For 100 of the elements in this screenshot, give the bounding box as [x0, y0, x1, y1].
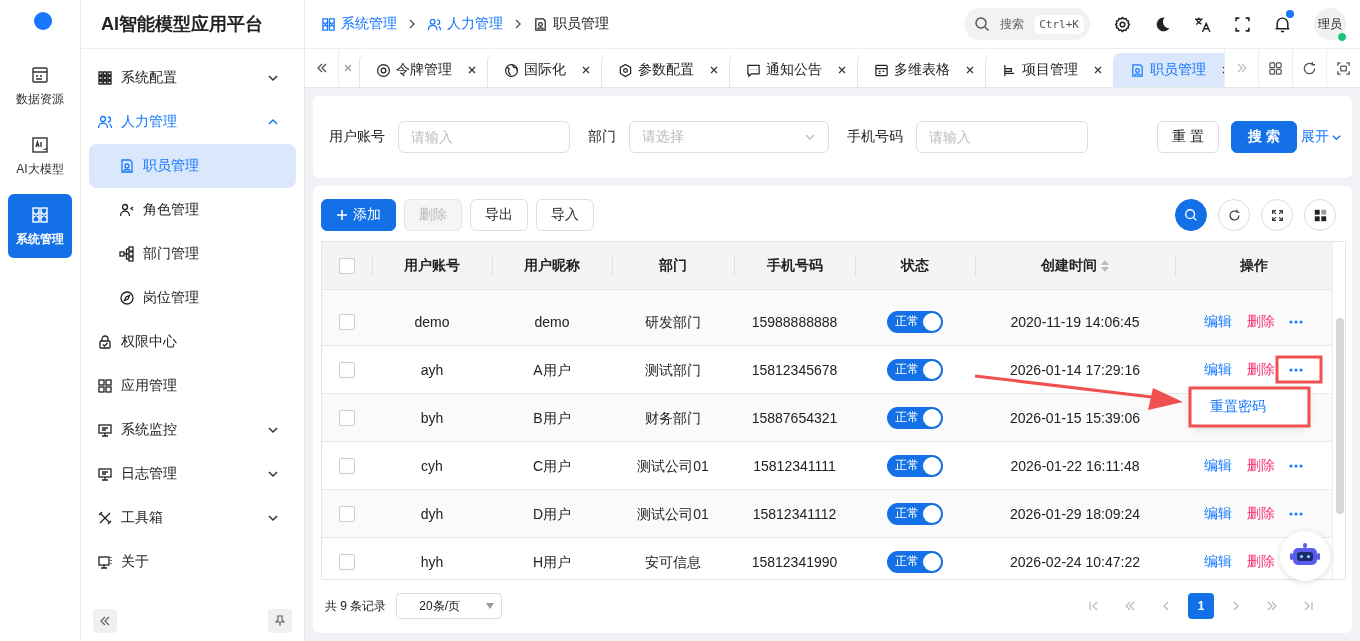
expand-link[interactable]: 展开	[1301, 128, 1342, 146]
delete-link[interactable]: 删除	[1247, 552, 1275, 571]
edit-link[interactable]: 编辑	[1204, 456, 1232, 475]
page-tab[interactable]: 参数配置	[601, 53, 729, 87]
delete-link[interactable]: 删除	[1247, 456, 1275, 475]
page-button[interactable]: 1	[1188, 593, 1214, 619]
breadcrumb-link[interactable]: 系统管理	[321, 15, 397, 33]
status-switch[interactable]: 正常	[887, 502, 943, 525]
sidebar-subitem[interactable]: 角色管理	[89, 188, 296, 232]
rail-item[interactable]: 数据资源	[8, 54, 72, 118]
table-cell: H用户	[532, 553, 572, 570]
squares-icon	[1313, 208, 1327, 222]
fullscreen-button[interactable]	[1261, 199, 1293, 231]
table-cell: ayh	[420, 361, 444, 378]
table-cell: 测试部门	[645, 361, 701, 378]
field-label: 手机号码	[847, 128, 903, 146]
user-avatar[interactable]: 理员	[1314, 8, 1346, 40]
table-cell: C用户	[532, 457, 572, 474]
user-icon	[119, 202, 135, 218]
edit-link[interactable]: 编辑	[1204, 312, 1232, 331]
sidebar-item[interactable]: 日志管理	[89, 452, 296, 496]
checkbox[interactable]	[339, 313, 355, 330]
table-cell: 2026-02-24 10:47:22	[1010, 553, 1140, 570]
menu-item[interactable]: 重置密码	[1191, 392, 1266, 422]
refresh-icon	[1227, 208, 1241, 222]
sidebar-item[interactable]: 人力管理	[89, 100, 296, 144]
rail-item[interactable]: 系统管理	[8, 194, 72, 258]
grid-icon	[97, 70, 113, 86]
more-icon	[1289, 367, 1303, 372]
table-cell: 2026-01-15 15:39:06	[1010, 409, 1140, 426]
grid-icon	[321, 16, 336, 32]
delete-link[interactable]: 删除	[1247, 312, 1275, 331]
sidebar-subitem[interactable]: 岗位管理	[89, 276, 296, 320]
table-cell: demo	[534, 313, 570, 330]
table-cell: cyh	[421, 457, 443, 474]
breadcrumb-link[interactable]: 职员管理	[533, 15, 609, 33]
rail-item[interactable]: AI大模型	[8, 124, 72, 188]
grid-icon	[30, 204, 50, 225]
edit-link[interactable]: 编辑	[1204, 360, 1232, 379]
table-cell: 安可信息	[645, 553, 701, 570]
ai-chip-icon	[30, 134, 50, 155]
sidebar-item[interactable]: 权限中心	[89, 320, 296, 364]
edit-link[interactable]: 编辑	[1204, 504, 1232, 523]
delete-link[interactable]: 删除	[1247, 360, 1275, 379]
page-tab[interactable]: 职员管理	[1113, 53, 1224, 87]
checkbox[interactable]	[339, 409, 355, 426]
checkbox[interactable]	[339, 505, 355, 522]
input-field[interactable]: 请输入	[398, 121, 570, 153]
scrollbar-thumb[interactable]	[1336, 318, 1344, 514]
column-header: 操作	[1175, 242, 1332, 289]
compass-icon	[119, 290, 135, 306]
input-field[interactable]: 请输入	[916, 121, 1088, 153]
sidebar-item[interactable]: 应用管理	[89, 364, 296, 408]
pin-button[interactable]	[268, 609, 292, 633]
page-tab[interactable]: 令牌管理	[359, 53, 487, 87]
column-header: 部门	[612, 242, 734, 289]
toolbar-button[interactable]: 导出	[470, 199, 528, 231]
status-switch[interactable]: 正常	[887, 358, 943, 381]
status-switch[interactable]: 正常	[887, 454, 943, 477]
sidebar-subitem[interactable]: 部门管理	[89, 232, 296, 276]
search-field[interactable]: 搜索 Ctrl+K	[964, 8, 1090, 40]
reset-button[interactable]: 重 置	[1157, 121, 1220, 153]
sidebar-item[interactable]: 系统监控	[89, 408, 296, 452]
close-icon[interactable]	[1093, 65, 1103, 75]
message-icon	[746, 62, 761, 78]
add-button[interactable]: 添加	[321, 199, 396, 231]
close-icon[interactable]	[709, 65, 719, 75]
checkbox[interactable]	[339, 361, 355, 378]
search-button[interactable]	[1175, 199, 1207, 231]
more-icon	[1289, 463, 1303, 468]
field-label: 用户账号	[329, 128, 385, 146]
sidebar-subitem[interactable]: 职员管理	[89, 144, 296, 188]
globe-icon	[504, 62, 519, 78]
status-switch[interactable]: 正常	[887, 310, 943, 333]
page-tab[interactable]: 多维表格	[857, 53, 985, 87]
toolbar-button[interactable]: 导入	[536, 199, 594, 231]
close-icon[interactable]	[837, 65, 847, 75]
columns-button[interactable]	[1304, 199, 1336, 231]
page-tab[interactable]: 通知公告	[729, 53, 857, 87]
collapse-button[interactable]	[93, 609, 117, 633]
delete-link[interactable]: 删除	[1247, 504, 1275, 523]
refresh-button[interactable]	[1218, 199, 1250, 231]
status-switch[interactable]: 正常	[887, 406, 943, 429]
close-icon[interactable]	[467, 65, 477, 75]
search-button[interactable]: 搜 索	[1231, 121, 1297, 153]
checkbox[interactable]	[339, 457, 355, 474]
checkbox[interactable]	[339, 257, 355, 274]
sidebar-item[interactable]: 关于	[89, 540, 296, 584]
sidebar-item[interactable]: 工具箱	[89, 496, 296, 540]
close-icon[interactable]	[581, 65, 591, 75]
breadcrumb-link[interactable]: 人力管理	[427, 15, 503, 33]
calendar-icon	[30, 64, 50, 85]
page-tab[interactable]: 国际化	[487, 53, 601, 87]
column-header[interactable]: 创建时间	[975, 242, 1175, 289]
sidebar-item[interactable]: 系统配置	[89, 56, 296, 100]
status-switch[interactable]: 正常	[887, 550, 943, 573]
close-icon[interactable]	[965, 65, 975, 75]
checkbox[interactable]	[339, 553, 355, 570]
edit-link[interactable]: 编辑	[1204, 552, 1232, 571]
page-size-select[interactable]: 20条/页	[396, 593, 503, 619]
